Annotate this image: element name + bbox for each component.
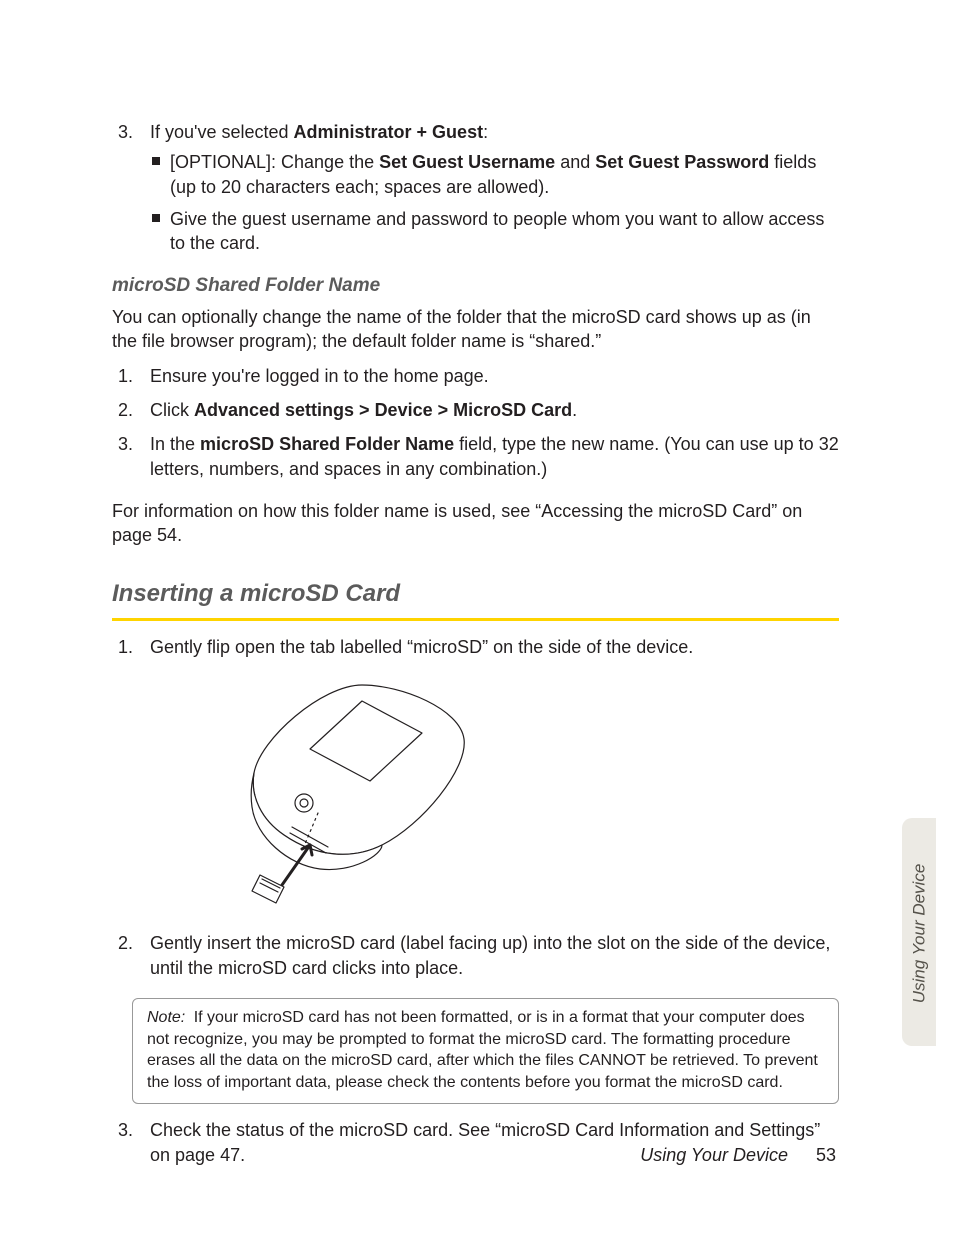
thumb-tab-label: Using Your Device <box>909 863 932 1003</box>
note-text: If your microSD card has not been format… <box>147 1009 818 1091</box>
list-number: 1. <box>118 364 133 388</box>
list-number: 1. <box>118 635 133 659</box>
list-number: 3. <box>118 120 133 144</box>
microsd-device-icon <box>232 677 492 907</box>
page: 3. If you've selected Administrator + Gu… <box>0 0 954 1235</box>
section-heading: Inserting a microSD Card <box>112 578 839 614</box>
insert-card-steps-cont: 2. Gently insert the microSD card (label… <box>112 931 839 980</box>
section-rule <box>112 618 839 621</box>
list-item: 1. Gently flip open the tab labelled “mi… <box>112 635 839 659</box>
list-text: If you've selected Administrator + Guest… <box>150 122 488 142</box>
admin-guest-list: 3. If you've selected Administrator + Gu… <box>112 120 839 255</box>
list-number: 3. <box>118 1118 133 1142</box>
list-text: In the microSD Shared Folder Name field,… <box>150 434 839 478</box>
list-item: 2. Click Advanced settings > Device > Mi… <box>112 398 839 422</box>
list-item: 1. Ensure you're logged in to the home p… <box>112 364 839 388</box>
list-text: Gently flip open the tab labelled “micro… <box>150 637 693 657</box>
paragraph: For information on how this folder name … <box>112 499 839 548</box>
footer-title: Using Your Device <box>640 1145 788 1165</box>
insert-card-steps: 1. Gently flip open the tab labelled “mi… <box>112 635 839 659</box>
list-item: Give the guest username and password to … <box>150 207 839 256</box>
list-number: 2. <box>118 931 133 955</box>
thumb-tab: Using Your Device <box>902 818 936 1046</box>
page-number: 53 <box>816 1145 836 1165</box>
list-text: Ensure you're logged in to the home page… <box>150 366 489 386</box>
list-item: [OPTIONAL]: Change the Set Guest Usernam… <box>150 150 839 199</box>
page-footer: Using Your Device 53 <box>640 1143 836 1167</box>
paragraph: You can optionally change the name of th… <box>112 305 839 354</box>
list-item: 3. In the microSD Shared Folder Name fie… <box>112 432 839 481</box>
sublist: [OPTIONAL]: Change the Set Guest Usernam… <box>150 150 839 255</box>
list-number: 2. <box>118 398 133 422</box>
subsection-heading: microSD Shared Folder Name <box>112 273 839 299</box>
list-item: 3. If you've selected Administrator + Gu… <box>112 120 839 255</box>
note-label: Note: <box>147 1009 185 1026</box>
list-item: 2. Gently insert the microSD card (label… <box>112 931 839 980</box>
list-number: 3. <box>118 432 133 456</box>
note-box: Note: If your microSD card has not been … <box>132 998 839 1104</box>
list-text: Click Advanced settings > Device > Micro… <box>150 400 577 420</box>
list-text: Gently insert the microSD card (label fa… <box>150 933 830 977</box>
device-illustration <box>232 677 839 913</box>
shared-folder-steps: 1. Ensure you're logged in to the home p… <box>112 364 839 481</box>
